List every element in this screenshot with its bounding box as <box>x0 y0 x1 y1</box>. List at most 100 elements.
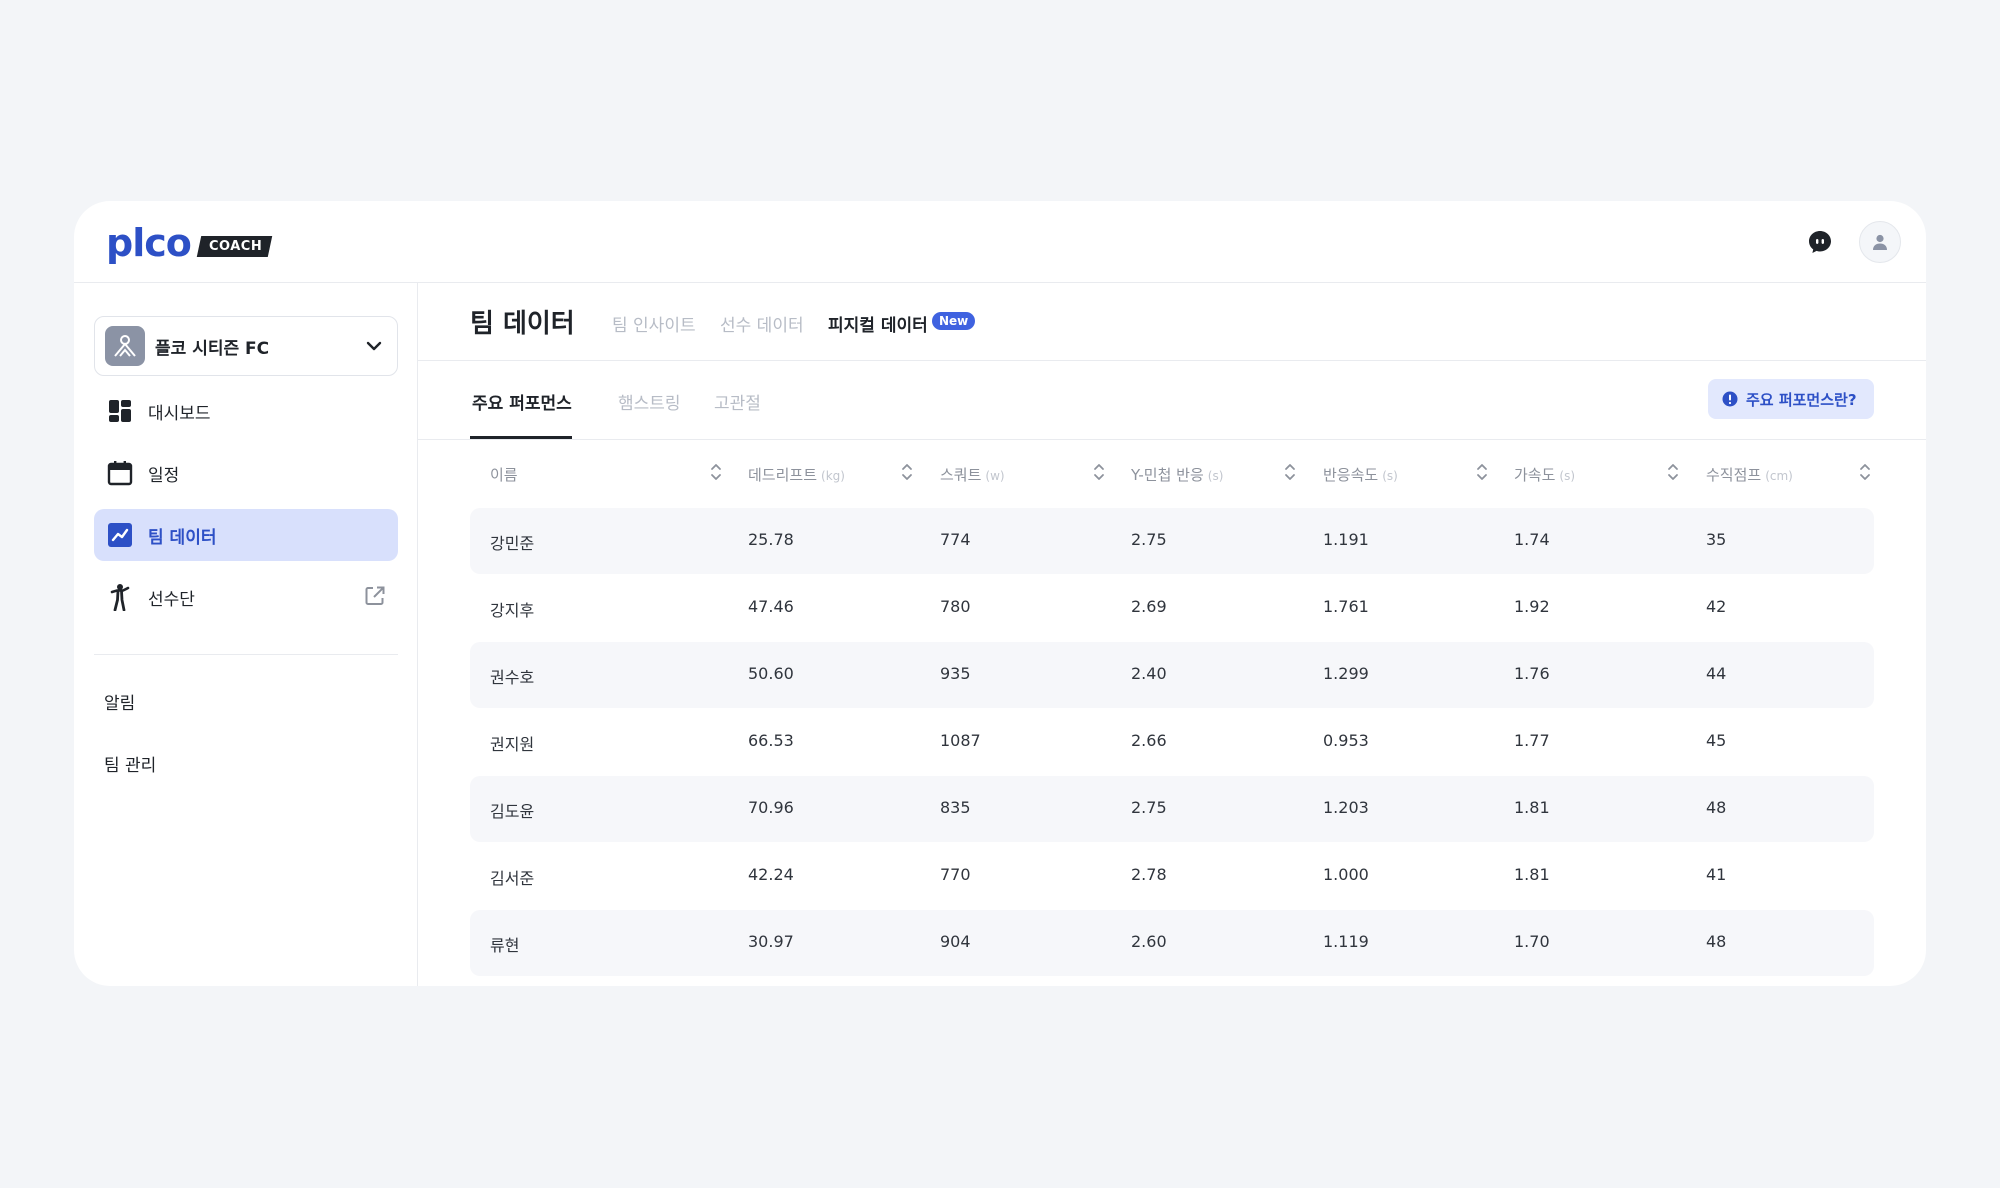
column-unit: (kg) <box>821 469 845 483</box>
user-avatar-icon[interactable] <box>1859 221 1901 263</box>
subtab-hamstring[interactable]: 햄스트링 <box>618 389 681 414</box>
sort-icon[interactable] <box>1859 462 1871 486</box>
cell-vertical-jump: 35 <box>1706 530 1727 549</box>
cell-name: 권수호 <box>490 668 535 687</box>
table-row[interactable]: 강민준 25.78 774 2.75 1.191 1.74 35 <box>470 508 1874 574</box>
tab-player-data[interactable]: 선수 데이터 <box>720 311 804 336</box>
sort-icon[interactable] <box>1476 462 1488 486</box>
logo-badge: COACH <box>196 235 273 257</box>
column-label: 데드리프트 <box>748 466 818 484</box>
sidebar-link-team-management[interactable]: 팀 관리 <box>104 751 156 776</box>
table-header: 이름 데드리프트 (kg) 스쿼트 (w) Y-민첩 반응 (s) 반응속도 (s) 가… <box>470 440 1874 508</box>
column-header-squat[interactable]: 스쿼트 (w) <box>940 464 1005 485</box>
cell-y-agility: 2.78 <box>1131 865 1167 884</box>
cell-acceleration: 1.92 <box>1514 597 1550 616</box>
cell-name: 김도윤 <box>490 802 535 821</box>
logo-badge-text: COACH <box>208 238 263 254</box>
external-link-icon[interactable] <box>364 585 386 611</box>
chart-icon <box>106 521 134 549</box>
cell-deadlift: 42.24 <box>748 865 794 884</box>
team-name: 플코 시티즌 FC <box>155 338 270 359</box>
dashboard-icon <box>106 397 134 425</box>
sidebar-item-dashboard[interactable]: 대시보드 <box>94 385 398 437</box>
column-label: 이름 <box>490 466 518 484</box>
cell-squat: 835 <box>940 798 971 817</box>
cell-acceleration: 1.70 <box>1514 932 1550 951</box>
plco-coach-logo[interactable]: plco COACH <box>106 221 273 265</box>
column-header-y-agility[interactable]: Y-민첩 반응 (s) <box>1131 464 1223 485</box>
cell-deadlift: 47.46 <box>748 597 794 616</box>
table-row[interactable]: 김서준 42.24 770 2.78 1.000 1.81 41 <box>470 843 1874 909</box>
sidebar-item-team-data[interactable]: 팀 데이터 <box>94 509 398 561</box>
column-unit: (w) <box>985 469 1005 483</box>
sidebar-item-label: 일정 <box>148 465 180 486</box>
cell-squat: 935 <box>940 664 971 683</box>
subtab-hip-joint[interactable]: 고관절 <box>714 389 761 414</box>
new-badge: New <box>932 312 976 330</box>
cell-y-agility: 2.75 <box>1131 530 1167 549</box>
cell-vertical-jump: 48 <box>1706 798 1727 817</box>
cell-name: 김서준 <box>490 869 535 888</box>
info-icon <box>1722 391 1738 407</box>
column-label: 가속도 <box>1514 466 1556 484</box>
sidebar-item-label: 팀 데이터 <box>148 527 217 548</box>
column-unit: (s) <box>1382 469 1398 483</box>
cell-reaction-speed: 1.119 <box>1323 932 1369 951</box>
column-header-deadlift[interactable]: 데드리프트 (kg) <box>748 464 845 485</box>
page-header: 팀 데이터 팀 인사이트 선수 데이터 피지컬 데이터 New <box>418 283 1926 361</box>
table-row[interactable]: 류현 30.97 904 2.60 1.119 1.70 48 <box>470 910 1874 976</box>
cell-squat: 770 <box>940 865 971 884</box>
cell-reaction-speed: 1.761 <box>1323 597 1369 616</box>
sort-icon[interactable] <box>710 462 722 486</box>
table-row[interactable]: 권수호 50.60 935 2.40 1.299 1.76 44 <box>470 642 1874 708</box>
cell-squat: 1087 <box>940 731 981 750</box>
cell-y-agility: 2.60 <box>1131 932 1167 951</box>
cell-y-agility: 2.66 <box>1131 731 1167 750</box>
cell-reaction-speed: 1.299 <box>1323 664 1369 683</box>
sort-icon[interactable] <box>1667 462 1679 486</box>
column-header-reaction-speed[interactable]: 반응속도 (s) <box>1323 464 1398 485</box>
cell-acceleration: 1.81 <box>1514 798 1550 817</box>
team-selector[interactable]: 플코 시티즌 FC <box>94 316 398 376</box>
column-label: Y-민첩 반응 <box>1131 466 1204 484</box>
column-label: 스쿼트 <box>940 466 982 484</box>
column-header-acceleration[interactable]: 가속도 (s) <box>1514 464 1575 485</box>
page-title: 팀 데이터 <box>470 309 575 339</box>
chat-icon[interactable] <box>1805 227 1835 257</box>
main-content: 팀 데이터 팀 인사이트 선수 데이터 피지컬 데이터 New 주요 퍼포먼스 … <box>418 283 1926 986</box>
column-header-vertical-jump[interactable]: 수직점프 (cm) <box>1706 464 1793 485</box>
cell-y-agility: 2.69 <box>1131 597 1167 616</box>
cell-reaction-speed: 1.191 <box>1323 530 1369 549</box>
cell-reaction-speed: 1.000 <box>1323 865 1369 884</box>
cell-acceleration: 1.74 <box>1514 530 1550 549</box>
sidebar: 플코 시티즌 FC 대시보드 일정 팀 데이터 선수단 알림 팀 관리 <box>74 283 418 986</box>
tab-team-insight[interactable]: 팀 인사이트 <box>612 311 696 336</box>
info-button-label: 주요 퍼포먼스란? <box>1746 390 1857 409</box>
sidebar-link-notifications[interactable]: 알림 <box>104 689 135 714</box>
cell-vertical-jump: 48 <box>1706 932 1727 951</box>
cell-acceleration: 1.77 <box>1514 731 1550 750</box>
sidebar-item-schedule[interactable]: 일정 <box>94 447 398 499</box>
cell-squat: 904 <box>940 932 971 951</box>
cell-y-agility: 2.75 <box>1131 798 1167 817</box>
sidebar-item-squad[interactable]: 선수단 <box>94 571 398 623</box>
logo-word: plco <box>106 221 192 265</box>
table-row[interactable]: 권지원 66.53 1087 2.66 0.953 1.77 45 <box>470 709 1874 775</box>
chevron-down-icon <box>365 337 383 359</box>
team-emblem-icon <box>105 326 145 366</box>
cell-vertical-jump: 44 <box>1706 664 1727 683</box>
subtab-key-performance[interactable]: 주요 퍼포먼스 <box>472 389 572 414</box>
sort-icon[interactable] <box>901 462 913 486</box>
cell-name: 류현 <box>490 936 520 955</box>
cell-squat: 780 <box>940 597 971 616</box>
table-row[interactable]: 김도윤 70.96 835 2.75 1.203 1.81 48 <box>470 776 1874 842</box>
column-unit: (s) <box>1207 469 1224 483</box>
cell-vertical-jump: 41 <box>1706 865 1727 884</box>
tab-physical-data[interactable]: 피지컬 데이터 <box>828 311 928 336</box>
table-row[interactable]: 강지후 47.46 780 2.69 1.761 1.92 42 <box>470 575 1874 641</box>
column-label: 반응속도 <box>1323 466 1379 484</box>
column-header-name[interactable]: 이름 <box>490 464 518 485</box>
sort-icon[interactable] <box>1093 462 1105 486</box>
sort-icon[interactable] <box>1284 462 1296 486</box>
key-performance-info-button[interactable]: 주요 퍼포먼스란? <box>1708 379 1874 419</box>
